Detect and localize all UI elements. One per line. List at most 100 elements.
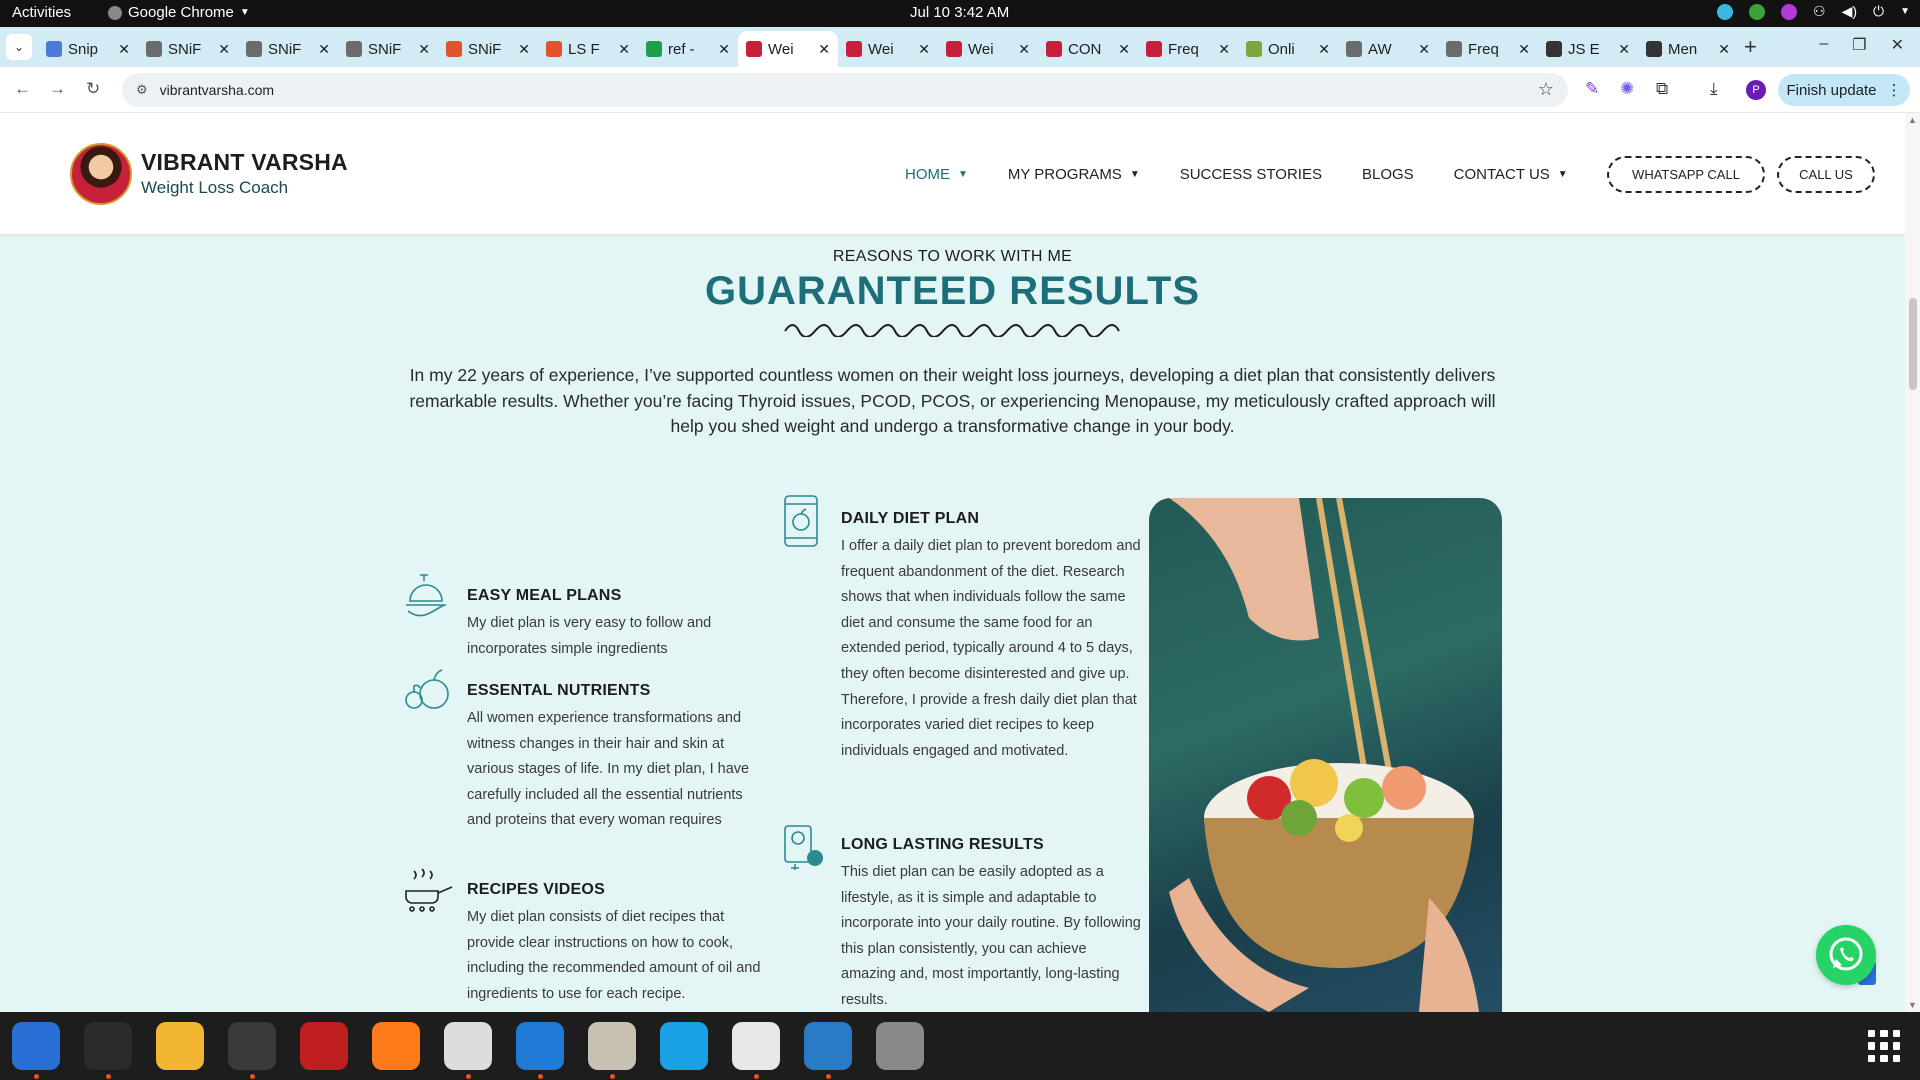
app-menu[interactable]: Google Chrome ▼ <box>108 4 250 21</box>
browser-tab[interactable]: Wei ✕ <box>738 31 838 67</box>
scroll-up-icon[interactable]: ▲ <box>1908 115 1917 125</box>
power-icon[interactable]: ⏻ <box>1873 3 1884 20</box>
tab-close-icon[interactable]: ✕ <box>218 41 230 58</box>
tab-close-icon[interactable]: ✕ <box>1718 41 1730 58</box>
reload-icon[interactable]: ↻ <box>86 79 100 99</box>
tab-close-icon[interactable]: ✕ <box>618 41 630 58</box>
browser-tab[interactable]: ref - ✕ <box>638 31 738 67</box>
browser-tab[interactable]: Wei ✕ <box>938 31 1038 67</box>
address-bar[interactable]: ⚙ vibrantvarsha.com ☆ <box>122 73 1568 107</box>
browser-tab[interactable]: JS E ✕ <box>1538 31 1638 67</box>
firefox-icon[interactable] <box>372 1022 420 1070</box>
tab-close-icon[interactable]: ✕ <box>118 41 130 58</box>
skype-icon[interactable] <box>660 1022 708 1070</box>
disk-icon[interactable] <box>876 1022 924 1070</box>
nav-item-label: SUCCESS STORIES <box>1179 166 1322 183</box>
profile-avatar[interactable]: P <box>1746 80 1766 100</box>
browser-tab[interactable]: SNiF ✕ <box>338 31 438 67</box>
page-scrollbar[interactable]: ▲ ▼ <box>1905 113 1920 1012</box>
app-menu-label: Google Chrome <box>128 4 234 21</box>
minimize-icon[interactable]: – <box>1819 35 1828 55</box>
tab-close-icon[interactable]: ✕ <box>518 41 530 58</box>
browser-tab[interactable]: LS F ✕ <box>538 31 638 67</box>
back-arrow-icon[interactable]: ← <box>14 79 31 99</box>
finish-update-button[interactable]: Finish update ⋮ <box>1778 74 1910 106</box>
text-editor-icon[interactable] <box>732 1022 780 1070</box>
section-title: GUARANTEED RESULTS <box>704 269 1201 313</box>
thunderbird-icon[interactable] <box>12 1022 60 1070</box>
writer-icon[interactable] <box>804 1022 852 1070</box>
system-tray[interactable]: ⚇ ◀) ⏻ ▼ <box>1717 3 1910 20</box>
browser-tab[interactable]: Wei ✕ <box>838 31 938 67</box>
call-us-button[interactable]: CALL US <box>1777 156 1875 193</box>
browser-tab[interactable]: CON ✕ <box>1038 31 1138 67</box>
tab-close-icon[interactable]: ✕ <box>1118 41 1130 58</box>
browser-tab[interactable]: Onli ✕ <box>1238 31 1338 67</box>
whatsapp-call-button[interactable]: WHATSAPP CALL <box>1607 156 1765 193</box>
system-monitor-icon[interactable] <box>228 1022 276 1070</box>
terminal-icon[interactable] <box>84 1022 132 1070</box>
nav-item-my-programs[interactable]: MY PROGRAMS ▼ <box>1008 166 1140 183</box>
tray-color-icon[interactable] <box>1781 3 1798 20</box>
tab-close-icon[interactable]: ✕ <box>1218 41 1230 58</box>
tray-shield-icon[interactable] <box>1749 3 1766 20</box>
chevron-down-icon[interactable]: ▼ <box>1900 6 1910 17</box>
volume-icon[interactable]: ◀) <box>1842 3 1857 20</box>
notes-icon[interactable] <box>156 1022 204 1070</box>
browser-tab[interactable]: AW ✕ <box>1338 31 1438 67</box>
feature-text: My diet plan is very easy to follow and … <box>467 615 712 657</box>
feature-title: ESSENTAL NUTRIENTS <box>467 682 651 699</box>
brand-name[interactable]: VIBRANT VARSHA <box>141 149 348 176</box>
running-indicator <box>106 1074 111 1079</box>
tab-close-icon[interactable]: ✕ <box>818 41 830 58</box>
files-icon[interactable] <box>588 1022 636 1070</box>
activities-button[interactable]: Activities <box>12 4 71 21</box>
fruits-icon <box>405 669 449 709</box>
browser-tab[interactable]: SNiF ✕ <box>138 31 238 67</box>
browser-tab[interactable]: Snip ✕ <box>38 31 138 67</box>
browser-tab[interactable]: Freq ✕ <box>1438 31 1538 67</box>
bookmark-star-icon[interactable]: ☆ <box>1538 79 1554 100</box>
tab-close-icon[interactable]: ✕ <box>1618 41 1630 58</box>
tab-close-icon[interactable]: ✕ <box>418 41 430 58</box>
nav-item-blogs[interactable]: BLOGS <box>1362 166 1414 183</box>
nav-item-contact-us[interactable]: CONTACT US ▼ <box>1454 166 1568 183</box>
pen-extension-icon[interactable]: ✎ <box>1585 79 1599 99</box>
gear-extension-icon[interactable]: ✺ <box>1620 79 1634 99</box>
extensions-puzzle-icon[interactable]: ⧉ <box>1656 79 1668 99</box>
url-text[interactable]: vibrantvarsha.com <box>160 82 274 98</box>
nav-item-success-stories[interactable]: SUCCESS STORIES <box>1180 166 1322 183</box>
chevron-down-icon: ▼ <box>1129 169 1140 180</box>
close-icon[interactable]: ✕ <box>1891 35 1904 55</box>
nav-item-home[interactable]: HOME ▼ <box>905 166 968 183</box>
tab-close-icon[interactable]: ✕ <box>1018 41 1030 58</box>
new-tab-button[interactable]: + <box>1744 34 1757 60</box>
tab-close-icon[interactable]: ✕ <box>1418 41 1430 58</box>
restore-icon[interactable]: ❐ <box>1852 35 1866 55</box>
scroll-down-icon[interactable]: ▼ <box>1908 1000 1917 1010</box>
filezilla-icon[interactable] <box>300 1022 348 1070</box>
browser-tab[interactable]: Freq ✕ <box>1138 31 1238 67</box>
tab-close-icon[interactable]: ✕ <box>1518 41 1530 58</box>
show-apps-grid-icon[interactable] <box>1868 1030 1900 1062</box>
network-icon[interactable]: ⚇ <box>1813 3 1826 20</box>
chrome-icon[interactable] <box>444 1022 492 1070</box>
download-icon[interactable]: ⤓ <box>1710 79 1718 99</box>
site-info-icon[interactable]: ⚙ <box>136 82 148 98</box>
browser-tab[interactable]: SNiF ✕ <box>438 31 538 67</box>
tab-close-icon[interactable]: ✕ <box>918 41 930 58</box>
browser-tab[interactable]: SNiF ✕ <box>238 31 338 67</box>
tray-app-icon[interactable] <box>1717 3 1734 20</box>
tab-close-icon[interactable]: ✕ <box>318 41 330 58</box>
browser-tab[interactable]: Men ✕ <box>1638 31 1738 67</box>
tab-close-icon[interactable]: ✕ <box>1318 41 1330 58</box>
tab-close-icon[interactable]: ✕ <box>718 41 730 58</box>
whatsapp-float-button[interactable] <box>1816 925 1876 985</box>
coach-avatar-logo[interactable] <box>70 143 132 205</box>
tab-search-button[interactable]: ⌄ <box>6 34 32 60</box>
clock[interactable]: Jul 10 3:42 AM <box>910 4 1009 21</box>
forward-arrow-icon[interactable]: → <box>49 79 66 99</box>
vscode-icon[interactable] <box>516 1022 564 1070</box>
tab-label: Wei <box>968 40 994 58</box>
scrollbar-thumb[interactable] <box>1909 298 1917 390</box>
